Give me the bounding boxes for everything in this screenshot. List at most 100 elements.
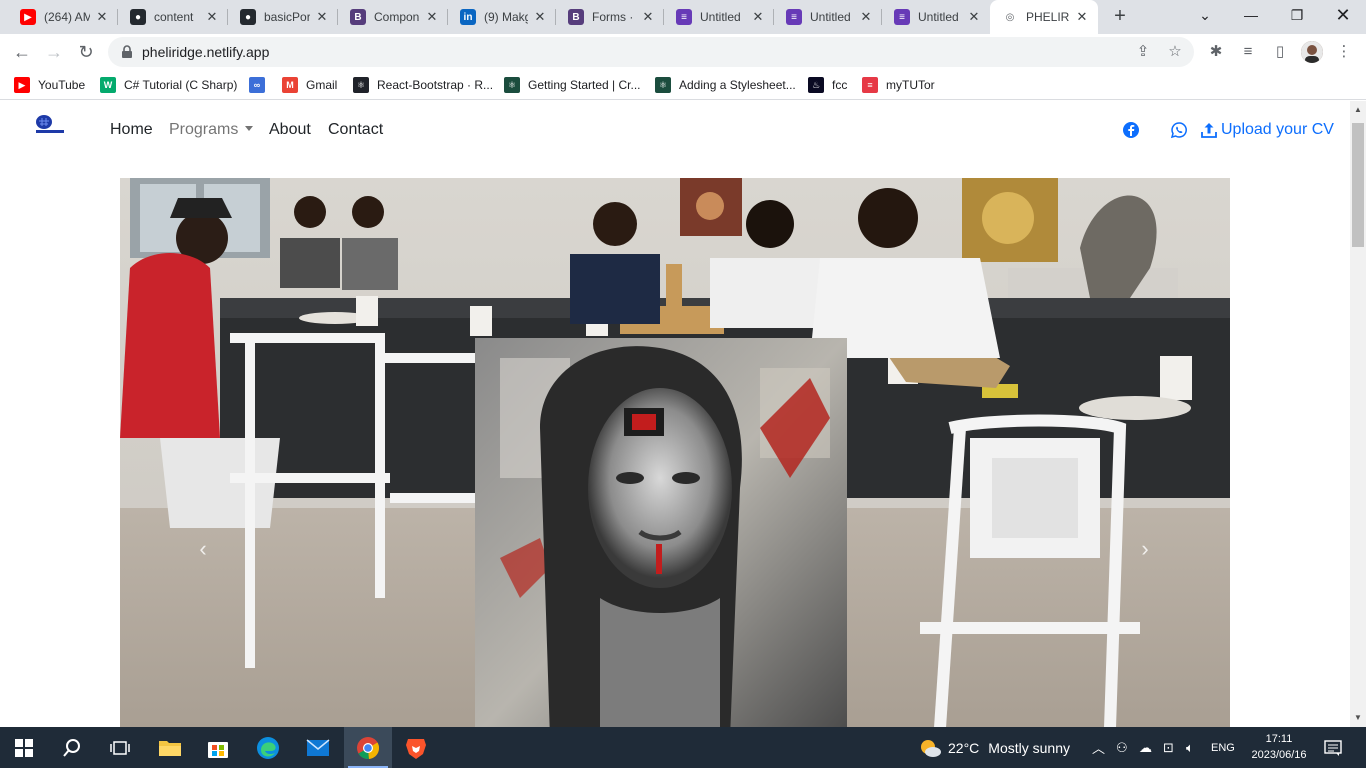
bookmark-item[interactable]: M Gmail [282,76,337,94]
bookmark-item[interactable]: ▶ YouTube [14,76,85,94]
browser-tab[interactable]: B Compon ✕ [338,0,448,34]
tab-title: Untitled [810,10,851,24]
search-icon[interactable] [48,727,96,768]
bookmark-item[interactable]: ≡ myTUTor [862,76,935,94]
language-indicator[interactable]: ENG [1211,727,1235,768]
tab-title: PHELIRI [1026,10,1070,24]
restore-button[interactable]: ❐ [1274,0,1320,30]
windows-logo-icon [15,738,33,757]
site-logo[interactable] [34,113,66,137]
extensions-icon[interactable]: ✱ [1206,42,1226,62]
whatsapp-icon[interactable] [1170,121,1188,139]
nav-programs-label: Programs [169,121,239,138]
bookmark-item[interactable]: ♨ fcc [808,76,847,94]
media-control-icon[interactable]: ≡ [1238,42,1258,62]
microsoft-store-icon[interactable] [194,727,242,768]
mail-icon[interactable] [294,727,342,768]
start-button[interactable] [0,727,48,768]
tab-title: (264) AM [44,10,90,24]
bookmark-item[interactable]: W C# Tutorial (C Sharp) [100,76,237,94]
tab-close-icon[interactable]: ✕ [94,9,110,25]
network-icon[interactable]: ⊡ [1163,727,1174,768]
browser-tab[interactable]: in (9) Makg ✕ [448,0,556,34]
bootstrap-icon: B [568,9,584,25]
share-icon[interactable]: ⇪ [1134,43,1152,61]
bookmark-item[interactable]: ⚛ Getting Started | Cr... [504,76,641,94]
clock-time: 17:11 [1265,733,1293,745]
edge-icon[interactable] [244,727,292,768]
browser-tab[interactable]: ● content ✕ [118,0,228,34]
bookmark-item[interactable]: ⚛ Adding a Stylesheet... [655,76,796,94]
notifications-icon[interactable] [1324,727,1342,768]
new-tab-button[interactable]: + [1108,5,1132,29]
bookmark-item[interactable]: ⚛ React-Bootstrap · R... [353,76,493,94]
bookmark-label: myTUTor [886,78,935,92]
tab-close-icon[interactable]: ✕ [314,9,330,25]
portrait-painting [475,338,847,727]
carousel-prev-icon[interactable]: ‹ [196,538,210,560]
tab-search-icon[interactable]: ⌄ [1182,0,1228,30]
tab-close-icon[interactable]: ✕ [532,9,548,25]
back-icon[interactable]: ← [8,38,36,66]
carousel-slide-image [120,178,1230,727]
show-hidden-icons-button[interactable]: ︿ [1092,727,1105,768]
scroll-up-icon[interactable]: ▲ [1354,105,1362,114]
tab-title: content [154,10,194,24]
browser-tab[interactable]: ◎ PHELIRI ✕ [990,0,1098,34]
system-clock[interactable]: 17:11 2023/06/16 [1244,731,1314,763]
react-bootstrap-icon: ⚛ [353,77,369,93]
page-viewport: Home Programs About Contact Upload your … [0,101,1350,727]
browser-tab[interactable]: B Forms · ✕ [556,0,664,34]
upload-cv-link[interactable]: Upload your CV [1201,121,1334,139]
weather-widget[interactable]: 22°C Mostly sunny [918,727,1070,768]
nav-about-link[interactable]: About [269,121,311,139]
browser-tab[interactable]: ≡ Untitled ✕ [882,0,990,34]
nav-contact-link[interactable]: Contact [328,121,383,139]
github-icon: ● [240,9,256,25]
windows-taskbar: 22°C Mostly sunny ︿ ⚇ ☁ ⊡ 🔈︎ ENG 17:11 2… [0,727,1366,768]
tab-close-icon[interactable]: ✕ [640,9,656,25]
bookmark-label: YouTube [38,78,86,92]
onedrive-icon[interactable]: ☁ [1139,727,1152,768]
browser-tab[interactable]: ≡ Untitled ✕ [664,0,774,34]
chrome-taskbar-icon[interactable] [344,727,392,768]
page-scrollbar[interactable]: ▲ ▼ [1350,101,1366,727]
bootstrap-icon: B [350,9,366,25]
tab-close-icon[interactable]: ✕ [204,9,220,25]
tab-close-icon[interactable]: ✕ [750,9,766,25]
site-navbar: Home Programs About Contact Upload your … [0,101,1350,159]
reload-icon[interactable]: ↻ [72,38,100,66]
address-bar[interactable]: pheliridge.netlify.app ⇪ ☆ [108,37,1194,67]
bookmark-item[interactable]: ∞ [249,76,273,94]
browser-tab[interactable]: ▶ (264) AM ✕ [8,0,118,34]
scroll-down-icon[interactable]: ▼ [1354,713,1362,722]
minimize-button[interactable]: — [1228,0,1274,30]
nav-home-link[interactable]: Home [110,121,153,139]
volume-icon[interactable]: 🔈︎ [1186,727,1194,768]
form-icon: ≡ [786,9,802,25]
tab-title: basicPor [264,10,310,24]
bookmarks-bar: ▶ YouTube W C# Tutorial (C Sharp) ∞ M Gmail ⚛ Re… [0,70,1366,100]
profile-avatar[interactable] [1301,41,1323,63]
tab-close-icon[interactable]: ✕ [424,9,440,25]
browser-tab[interactable]: ● basicPor ✕ [228,0,338,34]
browser-tab[interactable]: ≡ Untitled ✕ [774,0,882,34]
menu-icon[interactable]: ⋮ [1334,42,1354,62]
brave-icon[interactable] [392,727,440,768]
carousel-next-icon[interactable]: › [1138,538,1152,560]
forward-icon[interactable]: → [40,38,68,66]
close-window-button[interactable]: ✕ [1320,0,1366,30]
tab-close-icon[interactable]: ✕ [1074,9,1090,25]
file-explorer-icon[interactable] [146,727,194,768]
facebook-icon[interactable] [1122,121,1140,139]
side-panel-icon[interactable]: ▯ [1270,42,1290,62]
meet-now-icon[interactable]: ⚇ [1116,727,1128,768]
tab-close-icon[interactable]: ✕ [858,9,874,25]
nav-programs-dropdown[interactable]: Programs [169,121,254,139]
bookmark-star-icon[interactable]: ☆ [1166,43,1184,61]
task-view-icon[interactable] [96,727,144,768]
upload-icon [1201,123,1217,138]
tab-close-icon[interactable]: ✕ [966,9,982,25]
url-text: pheliridge.netlify.app [142,44,270,60]
scrollbar-thumb[interactable] [1352,123,1364,247]
